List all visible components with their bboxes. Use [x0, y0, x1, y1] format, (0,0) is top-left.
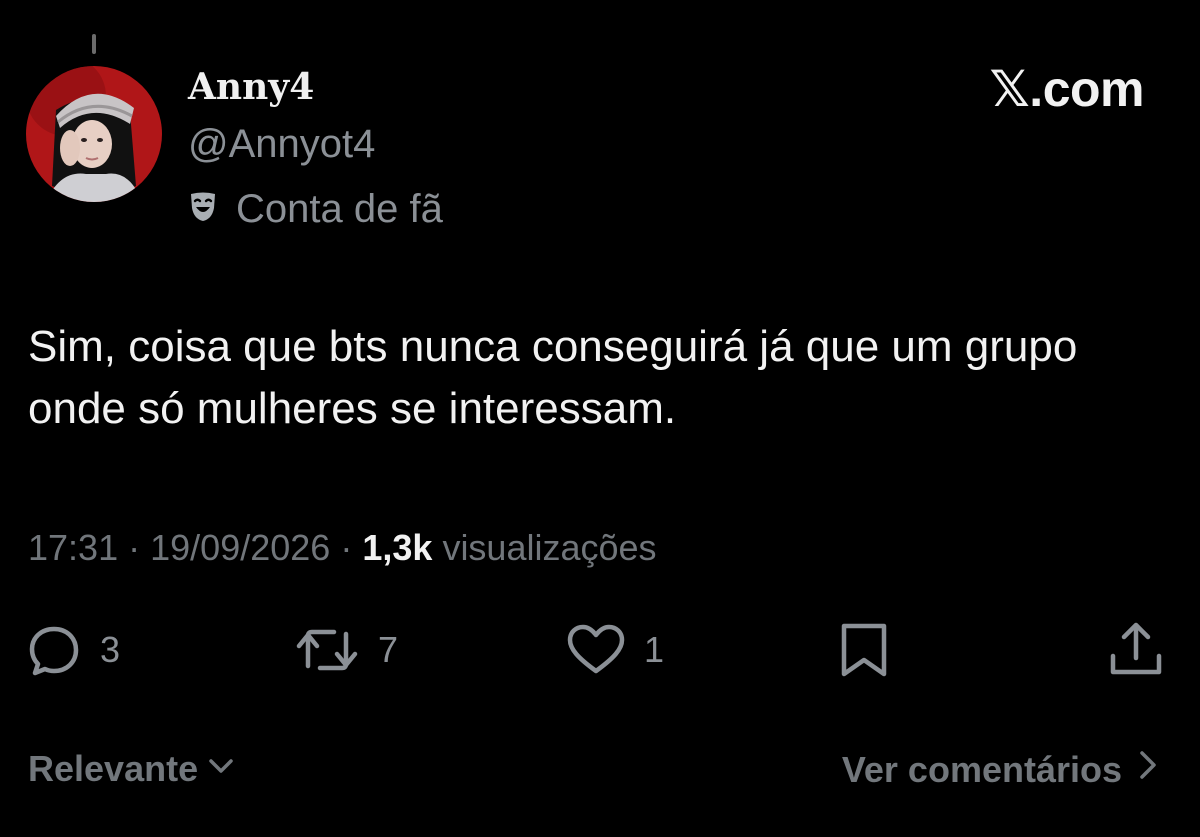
thread-connector-line [92, 34, 96, 54]
author-display-name[interactable]: Anny4 [188, 66, 314, 108]
account-label[interactable]: Conta de fã [190, 184, 443, 234]
views-label: visualizações [442, 527, 657, 568]
account-label-text: Conta de fã [236, 186, 443, 231]
view-comments-label: Ver comentários [841, 748, 1122, 790]
author-handle[interactable]: @Annyot4 [188, 122, 375, 167]
meta-separator: · [128, 527, 141, 568]
tweet-text: Sim, coisa que bts nunca conseguirá já q… [28, 322, 1078, 433]
share-upload-icon [1108, 620, 1164, 680]
brand-watermark: 𝕏.com [989, 61, 1145, 117]
avatar-image [26, 66, 162, 202]
share-button[interactable] [1108, 620, 1164, 680]
chevron-right-icon [1136, 748, 1160, 791]
heart-icon [566, 622, 626, 678]
reply-bubble-icon [26, 622, 82, 678]
tweet-date[interactable]: 19/09/2026 [150, 527, 330, 568]
reply-button[interactable]: 3 [26, 620, 120, 680]
reply-count: 3 [100, 629, 121, 670]
tweet-time[interactable]: 17:31 [28, 527, 118, 568]
footer-bar: Relevante Ver comentários [28, 748, 1160, 802]
repost-button[interactable]: 7 [294, 620, 398, 680]
avatar[interactable] [26, 66, 162, 202]
sort-label: Relevante [28, 748, 199, 789]
bookmark-button[interactable] [834, 620, 894, 680]
repost-arrows-icon [294, 622, 360, 678]
repost-count: 7 [378, 629, 399, 670]
view-comments-link[interactable]: Ver comentários [842, 748, 1160, 791]
theater-mask-icon [190, 192, 216, 227]
like-button[interactable]: 1 [566, 620, 664, 680]
like-count: 1 [644, 629, 665, 670]
sort-dropdown[interactable]: Relevante [28, 748, 236, 790]
tweet-meta: 17:31 · 19/09/2026 · 1,3k visualizações [28, 527, 657, 569]
bookmark-icon [834, 620, 894, 680]
meta-separator: · [340, 527, 353, 568]
action-bar: 3 7 1 [0, 620, 1200, 680]
chevron-down-icon [206, 748, 236, 790]
views-count[interactable]: 1,3k [362, 527, 432, 568]
